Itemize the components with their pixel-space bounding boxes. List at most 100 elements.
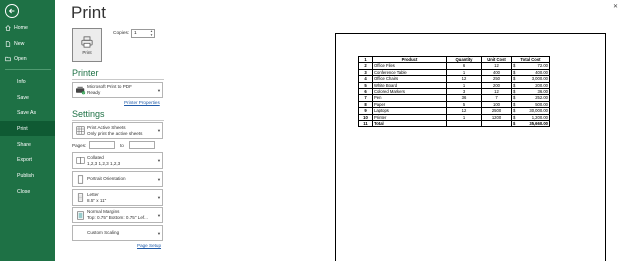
total-cost-value: 72.00 xyxy=(537,63,548,69)
nav-open[interactable]: Open xyxy=(0,51,55,66)
portrait-page-icon xyxy=(73,174,87,184)
nav-home[interactable]: Home xyxy=(0,20,55,35)
collation-dropdown[interactable]: Collated 1,2,3 1,2,3 1,2,3 ▼ xyxy=(72,152,163,169)
pages-range: Pages: to xyxy=(72,141,164,150)
printer-status: Ready xyxy=(87,90,101,95)
page-title: Print xyxy=(71,3,106,22)
currency-symbol: $ xyxy=(513,82,516,88)
margins-value: Normal Margins xyxy=(87,209,120,215)
open-folder-icon xyxy=(5,56,11,62)
total-cost-value: 400.00 xyxy=(535,69,548,75)
quantity-cell xyxy=(446,120,482,128)
nav-open-label: Open xyxy=(14,55,27,62)
nav-save-label: Save xyxy=(17,94,29,101)
print-scope-dropdown[interactable]: Print Active Sheets Only print the activ… xyxy=(72,122,163,139)
pages-to-label: to xyxy=(120,143,124,148)
nav-share[interactable]: Share xyxy=(0,137,55,152)
paper-size-value: Letter xyxy=(87,191,99,197)
chevron-down-icon: ▼ xyxy=(157,195,161,200)
chevron-down-icon: ▼ xyxy=(157,128,161,133)
nav-print[interactable]: Print xyxy=(0,121,55,136)
close-icon[interactable]: ✕ xyxy=(613,3,618,10)
printer-divider xyxy=(72,79,164,80)
print-scope-description: Only print the active sheets xyxy=(87,130,143,136)
settings-divider xyxy=(72,120,164,121)
printer-dropdown[interactable]: Microsoft Print to PDF Ready ▼ xyxy=(72,82,163,98)
nav-home-label: Home xyxy=(14,24,28,31)
copies-value: 1 xyxy=(134,31,137,36)
print-settings-panel: Print Print Copies: 1 ▲ ▼ Printer Microso… xyxy=(55,0,167,261)
currency-symbol: $ xyxy=(513,121,516,127)
page-setup-link[interactable]: Page Setup xyxy=(137,243,161,248)
settings-heading: Settings xyxy=(72,109,105,119)
currency-symbol: $ xyxy=(513,114,516,120)
new-document-icon xyxy=(5,40,11,47)
table-total-row: 11 Total $35,660.00 xyxy=(358,120,550,128)
print-button-label: Print xyxy=(82,49,92,55)
collation-description: 1,2,3 1,2,3 1,2,3 xyxy=(87,160,121,166)
chevron-down-icon: ▼ xyxy=(157,158,161,163)
nav-export[interactable]: Export xyxy=(0,152,55,167)
nav-publish[interactable]: Publish xyxy=(0,168,55,183)
currency-symbol: $ xyxy=(513,63,516,69)
nav-info[interactable]: Info xyxy=(0,74,55,89)
total-cost-value: 3,000.00 xyxy=(531,76,548,82)
backstage-sidebar: Home New Open Info Save Save As Print Sh… xyxy=(0,0,55,261)
total-cost-value: 500.00 xyxy=(535,101,548,107)
total-cost-value: 30,000.00 xyxy=(529,108,548,114)
back-arrow-icon[interactable] xyxy=(5,4,19,18)
chevron-down-icon: ▼ xyxy=(157,87,161,93)
nav-close[interactable]: Close xyxy=(0,184,55,199)
chevron-down-icon: ▼ xyxy=(157,230,161,236)
nav-new[interactable]: New xyxy=(0,36,55,51)
nav-close-label: Close xyxy=(17,188,31,195)
nav-print-label: Print xyxy=(17,125,28,132)
home-icon xyxy=(5,24,11,31)
currency-symbol: $ xyxy=(513,101,516,107)
chevron-down-icon: ▼ xyxy=(157,212,161,218)
paper-size-dropdown[interactable]: Letter 8.5" x 11" ▼ xyxy=(72,189,163,206)
nav-save[interactable]: Save xyxy=(0,90,55,105)
total-cost-value: 252.00 xyxy=(535,95,548,101)
pages-from-input[interactable] xyxy=(89,141,115,149)
scaling-dropdown[interactable]: Custom Scaling ▼ xyxy=(72,225,163,241)
orientation-dropdown[interactable]: Portrait Orientation ▼ xyxy=(72,171,163,187)
total-cost-value: 1,200.00 xyxy=(531,114,548,120)
pages-to-input[interactable] xyxy=(129,141,155,149)
nav-divider xyxy=(5,69,51,70)
nav-publish-label: Publish xyxy=(17,172,35,179)
preview-table: 1 Product Quantity Unit Cost Total Cost … xyxy=(358,55,550,128)
printer-device-icon xyxy=(73,86,87,95)
currency-symbol: $ xyxy=(513,76,516,82)
copies-stepper[interactable]: 1 ▲ ▼ xyxy=(131,29,155,38)
row-number: 11 xyxy=(358,120,373,128)
total-cost-value: 200.00 xyxy=(535,82,548,88)
nav-export-label: Export xyxy=(17,156,32,163)
total-cost-value: 36.00 xyxy=(537,89,548,95)
chevron-down-icon: ▼ xyxy=(157,176,161,182)
printer-name: Microsoft Print to PDF xyxy=(87,84,132,90)
currency-symbol: $ xyxy=(513,95,516,101)
unit-cost-cell xyxy=(481,120,512,128)
printer-properties-link[interactable]: Printer Properties xyxy=(124,100,160,105)
currency-symbol: $ xyxy=(513,89,516,95)
nav-save-as[interactable]: Save As xyxy=(0,105,55,120)
margins-dropdown[interactable]: Normal Margins Top: 0.75" Bottom: 0.75" … xyxy=(72,207,163,223)
collated-pages-icon xyxy=(73,156,87,165)
margins-description: Top: 0.75" Bottom: 0.75" Lef... xyxy=(87,215,148,220)
print-button[interactable]: Print xyxy=(72,28,102,62)
spinner-arrows-icon[interactable]: ▲ ▼ xyxy=(150,29,153,37)
preview-page: 1 Product Quantity Unit Cost Total Cost … xyxy=(335,33,606,261)
printer-heading: Printer xyxy=(72,68,99,78)
collation-value: Collated xyxy=(87,154,104,160)
total-label: Total xyxy=(372,120,447,128)
margins-icon xyxy=(73,210,87,220)
orientation-value: Portrait Orientation xyxy=(87,176,126,182)
copies-label: Copies: xyxy=(113,31,130,36)
paper-size-description: 8.5" x 11" xyxy=(87,197,107,203)
nav-info-label: Info xyxy=(17,78,26,85)
grand-total-value: 35,660.00 xyxy=(529,121,548,127)
nav-save-as-label: Save As xyxy=(17,109,37,116)
sheets-icon xyxy=(73,126,87,135)
pages-label: Pages: xyxy=(72,143,87,148)
